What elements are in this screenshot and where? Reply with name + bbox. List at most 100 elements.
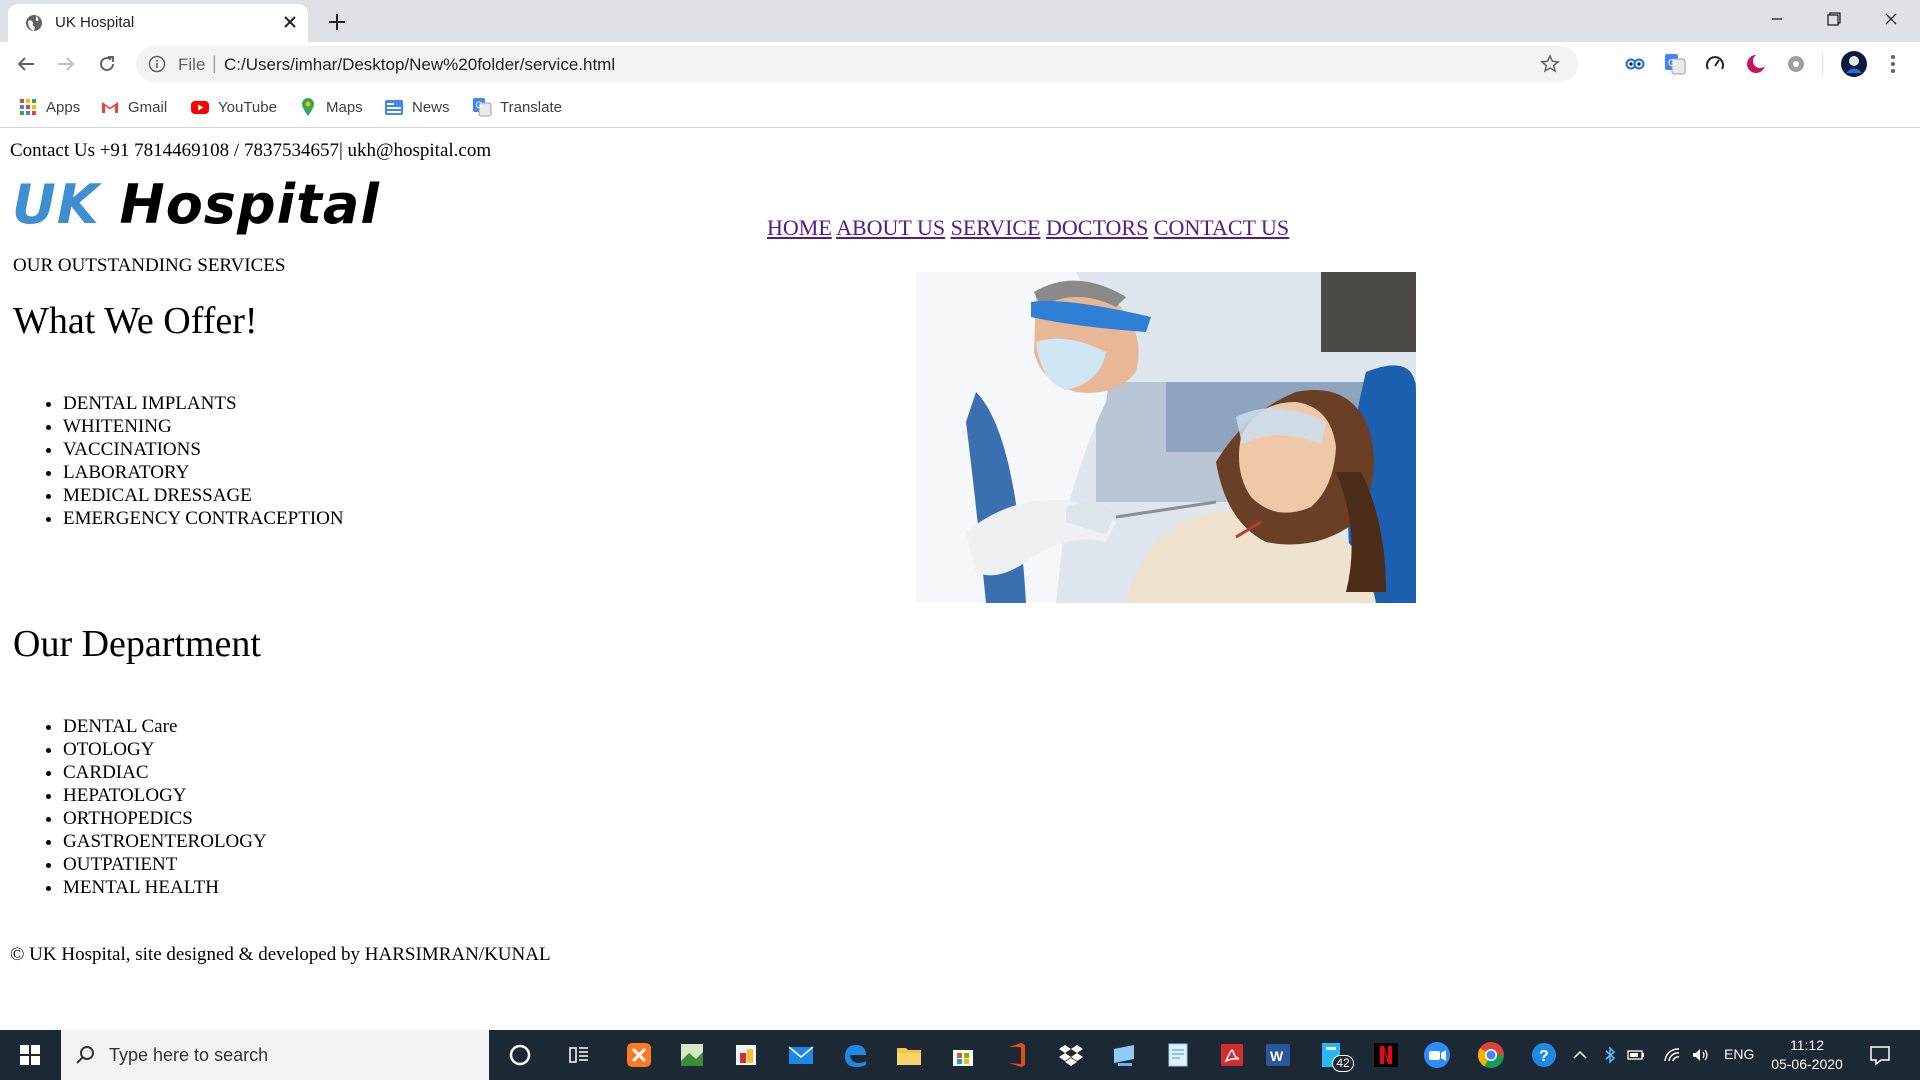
nav-doctors-link[interactable]: DOCTORS	[1046, 215, 1148, 240]
main-nav: HOME ABOUT US SERVICE DOCTORS CONTACT US	[767, 215, 1289, 241]
list-item: DENTAL IMPLANTS	[63, 392, 344, 415]
url-text[interactable]: C:/Users/imhar/Desktop/New%20folder/serv…	[224, 55, 615, 75]
contact-line: Contact Us +91 7814469108 / 7837534657| …	[10, 140, 492, 161]
photo-app-icon[interactable]	[676, 1039, 708, 1071]
dentist-patient-photo	[916, 272, 1416, 603]
battery-icon[interactable]	[1626, 1045, 1646, 1065]
info-icon[interactable]	[148, 55, 166, 73]
media-tools-icon[interactable]	[730, 1039, 762, 1071]
volume-icon[interactable]	[1690, 1045, 1710, 1065]
file-explorer-icon[interactable]	[893, 1039, 925, 1071]
mail-icon[interactable]	[785, 1039, 817, 1071]
profile-avatar[interactable]	[1840, 50, 1868, 78]
bookmark-news[interactable]: News	[384, 96, 450, 118]
tab-title: UK Hospital	[55, 14, 135, 31]
url-separator: |	[212, 53, 217, 73]
clock-date: 05-06-2020	[1771, 1056, 1843, 1072]
url-scheme: File	[178, 55, 206, 74]
dark-mode-moon-icon[interactable]	[1745, 53, 1767, 75]
language-indicator[interactable]: ENG	[1724, 1046, 1754, 1062]
system-clock[interactable]: 11:12 05-06-2020	[1762, 1036, 1852, 1074]
bookmark-maps[interactable]: Maps	[298, 96, 363, 118]
bookmark-label: Translate	[500, 98, 562, 116]
bookmark-label: Gmail	[128, 98, 168, 116]
bookmarks-bar: Apps Gmail YouTube Maps News G Translate	[0, 86, 1920, 128]
svg-text:?: ?	[1539, 1048, 1549, 1065]
notepad-icon[interactable]	[1162, 1039, 1194, 1071]
apps-grid-icon	[20, 99, 36, 115]
edge-icon[interactable]	[839, 1039, 871, 1071]
taskbar-search[interactable]: Type here to search	[61, 1030, 489, 1080]
help-icon[interactable]: ?	[1528, 1039, 1560, 1071]
translate-icon: G	[473, 98, 492, 117]
web-page: Contact Us +91 7814469108 / 7837534657| …	[0, 129, 1920, 1029]
office-icon[interactable]	[1001, 1039, 1033, 1071]
cortana-icon[interactable]	[504, 1039, 536, 1071]
bookmark-label: YouTube	[218, 98, 277, 116]
back-icon[interactable]	[14, 52, 38, 76]
dropbox-files-badge[interactable]: 42	[1318, 1039, 1354, 1072]
new-tab-icon[interactable]	[324, 9, 350, 35]
chrome-icon[interactable]	[1475, 1039, 1507, 1071]
dropbox-icon[interactable]	[1055, 1039, 1087, 1071]
nav-about-link[interactable]: ABOUT US	[836, 215, 945, 240]
zoom-icon[interactable]	[1421, 1039, 1453, 1071]
bookmark-youtube[interactable]: YouTube	[190, 96, 277, 118]
task-view-icon[interactable]	[563, 1039, 595, 1071]
chevron-up-icon[interactable]	[1570, 1045, 1590, 1065]
bluetooth-icon[interactable]	[1600, 1045, 1620, 1065]
bookmark-translate[interactable]: G Translate	[472, 96, 562, 118]
list-item: WHITENING	[63, 415, 344, 438]
bookmark-gmail[interactable]: Gmail	[100, 96, 167, 118]
forward-icon[interactable]	[54, 52, 78, 76]
google-translate-extension-icon[interactable]: G	[1664, 53, 1686, 75]
list-item: ORTHOPEDICS	[63, 807, 267, 830]
netflix-icon[interactable]	[1370, 1039, 1402, 1071]
wifi-icon[interactable]	[1662, 1045, 1682, 1065]
address-bar[interactable]: File | C:/Users/imhar/Desktop/New%20fold…	[136, 46, 1578, 82]
list-item: CARDIAC	[63, 761, 267, 784]
offer-heading: What We Offer!	[13, 300, 258, 342]
services-label: OUR OUTSTANDING SERVICES	[13, 255, 286, 276]
list-item: MEDICAL DRESSAGE	[63, 484, 344, 507]
list-item: HEPATOLOGY	[63, 784, 267, 807]
notifications-icon[interactable]	[1868, 1043, 1892, 1067]
restore-icon[interactable]	[1818, 6, 1848, 32]
speedometer-icon[interactable]	[1704, 53, 1726, 75]
department-heading: Our Department	[13, 623, 261, 665]
browser-tab[interactable]: UK Hospital	[8, 4, 308, 42]
xampp-icon[interactable]	[623, 1039, 655, 1071]
bookmark-apps[interactable]: Apps	[18, 96, 80, 118]
minimize-icon[interactable]	[1762, 6, 1792, 32]
extension-gear-icon[interactable]	[1785, 53, 1807, 75]
svg-text:G: G	[1668, 58, 1676, 69]
reload-icon[interactable]	[95, 52, 119, 76]
microsoft-store-icon[interactable]	[947, 1039, 979, 1071]
acrobat-reader-icon[interactable]	[1216, 1039, 1248, 1071]
tab-strip: UK Hospital	[0, 0, 1920, 42]
nav-service-link[interactable]: SERVICE	[951, 215, 1041, 240]
list-item: GASTROENTEROLOGY	[63, 830, 267, 853]
word-icon[interactable]: W	[1262, 1039, 1294, 1071]
taskbar: Type here to search W 42 ? ENG 11:12 05-…	[0, 1030, 1920, 1080]
extension-owl-icon[interactable]	[1624, 53, 1646, 75]
close-tab-icon[interactable]	[280, 12, 300, 32]
list-item: DENTAL Care	[63, 715, 267, 738]
list-item: EMERGENCY CONTRACEPTION	[63, 507, 344, 530]
list-item: OUTPATIENT	[63, 853, 267, 876]
bookmark-label: News	[412, 98, 450, 116]
close-window-icon[interactable]	[1876, 6, 1906, 32]
badge-count: 42	[1332, 1055, 1354, 1072]
bookmark-star-icon[interactable]	[1540, 54, 1560, 74]
network-computer-icon[interactable]	[1108, 1039, 1140, 1071]
kebab-menu-icon[interactable]	[1882, 53, 1904, 75]
search-placeholder: Type here to search	[109, 1045, 269, 1065]
nav-contact-link[interactable]: CONTACT US	[1154, 215, 1289, 240]
toolbar-divider	[1822, 52, 1823, 76]
news-icon	[385, 100, 403, 115]
department-list: DENTAL Care OTOLOGY CARDIAC HEPATOLOGY O…	[63, 715, 267, 899]
maps-pin-icon	[302, 98, 314, 116]
windows-start-icon[interactable]	[0, 1030, 60, 1080]
nav-home-link[interactable]: HOME	[767, 215, 832, 240]
gmail-icon	[102, 102, 118, 113]
